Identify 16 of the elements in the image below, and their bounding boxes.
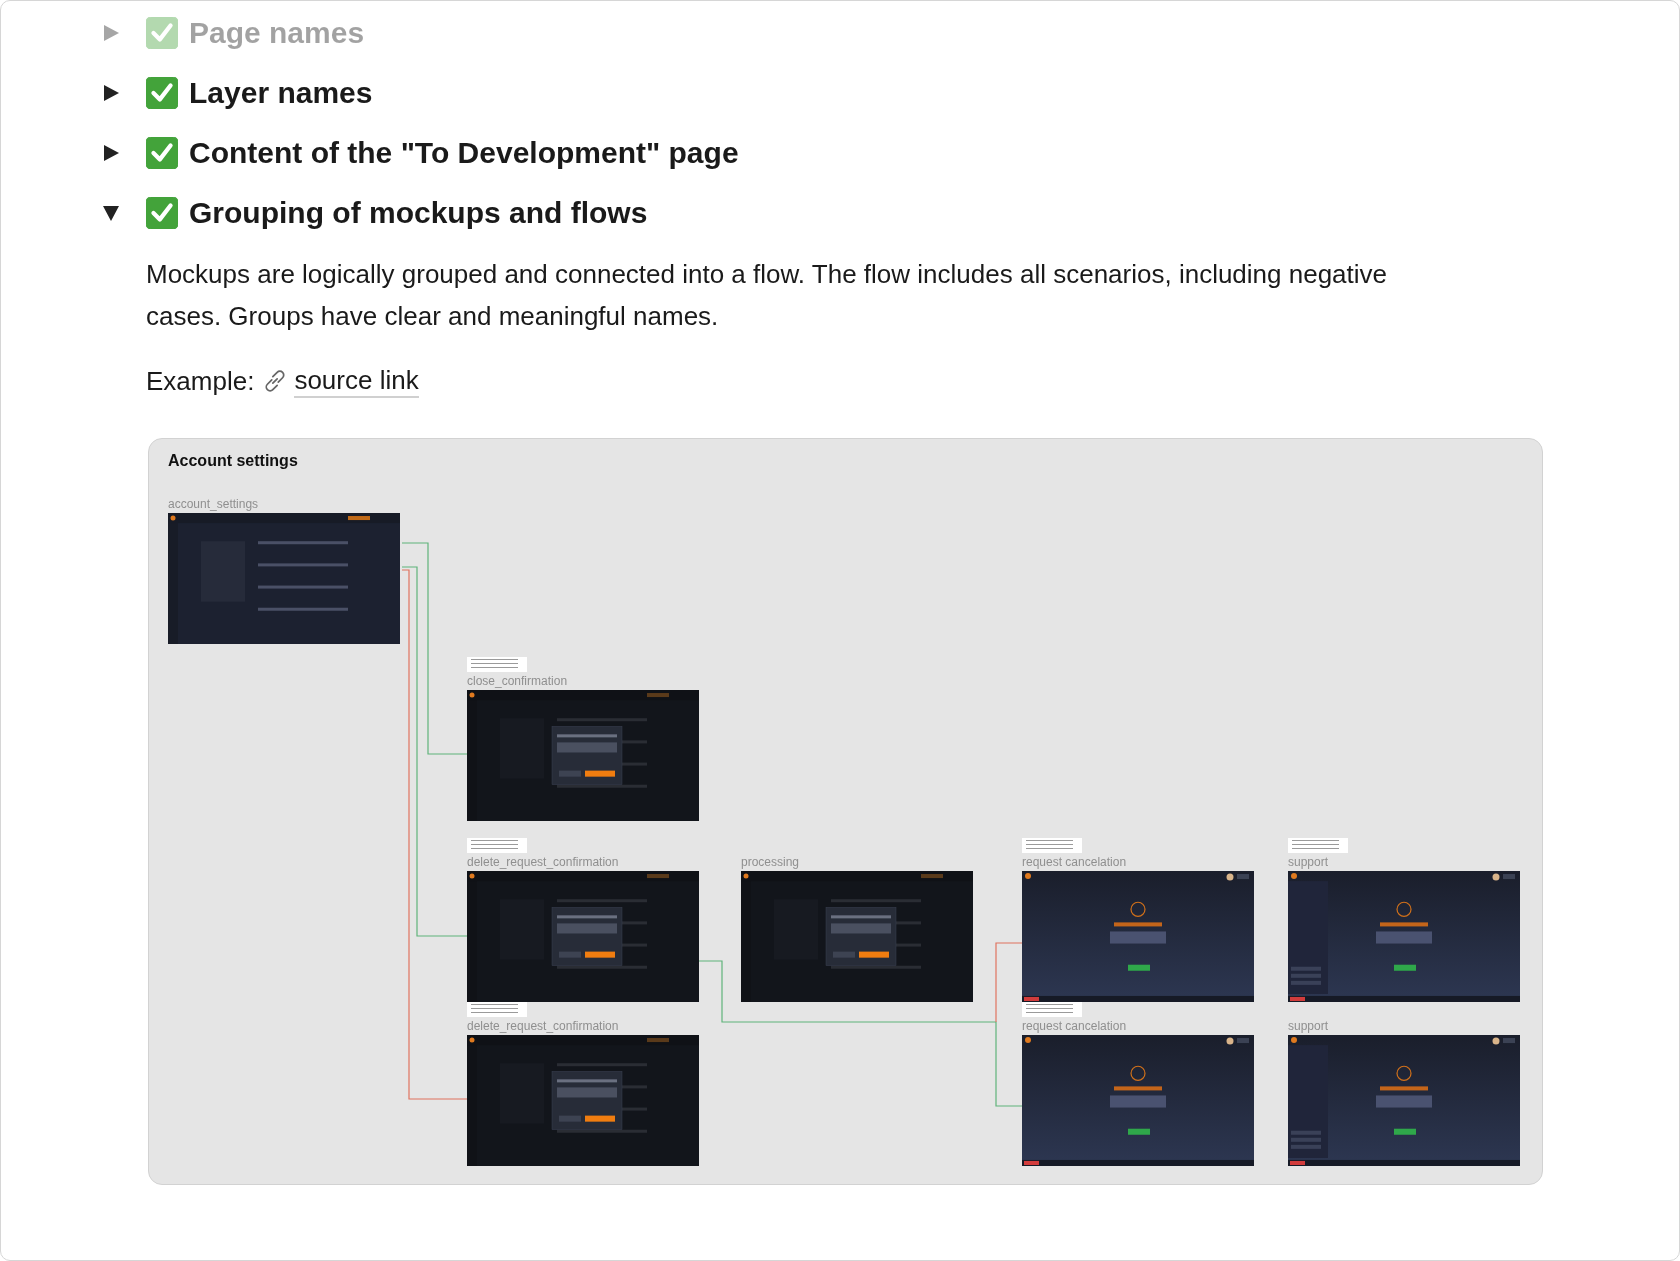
frame-label: support <box>1288 854 1330 871</box>
toggle-heading[interactable]: Grouping of mockups and flows <box>189 196 648 230</box>
frame-label: request cancelation <box>1022 1018 1128 1035</box>
example-label: Example: <box>146 365 255 397</box>
frame-label: request cancelation <box>1022 854 1128 871</box>
frame-label: account_settings <box>168 496 260 513</box>
canvas-title: Account settings <box>168 452 298 470</box>
source-link[interactable]: source link <box>294 364 419 398</box>
frame-label: processing <box>741 854 801 871</box>
frame-label: support <box>1288 1018 1330 1035</box>
toggle-heading[interactable]: Content of the "To Development" page <box>189 136 739 170</box>
paragraph: Mockups are logically grouped and connected into a flow. The flow includes all scenarios, including negative cases. Groups have clear and meaningful names. <box>146 258 1389 333</box>
frame-label: close_confirmation <box>467 673 569 690</box>
frame-label: delete_request_confirmation <box>467 1018 620 1035</box>
frame-label: delete_request_confirmation <box>467 854 620 871</box>
toggle-heading[interactable]: Layer names <box>189 76 373 110</box>
